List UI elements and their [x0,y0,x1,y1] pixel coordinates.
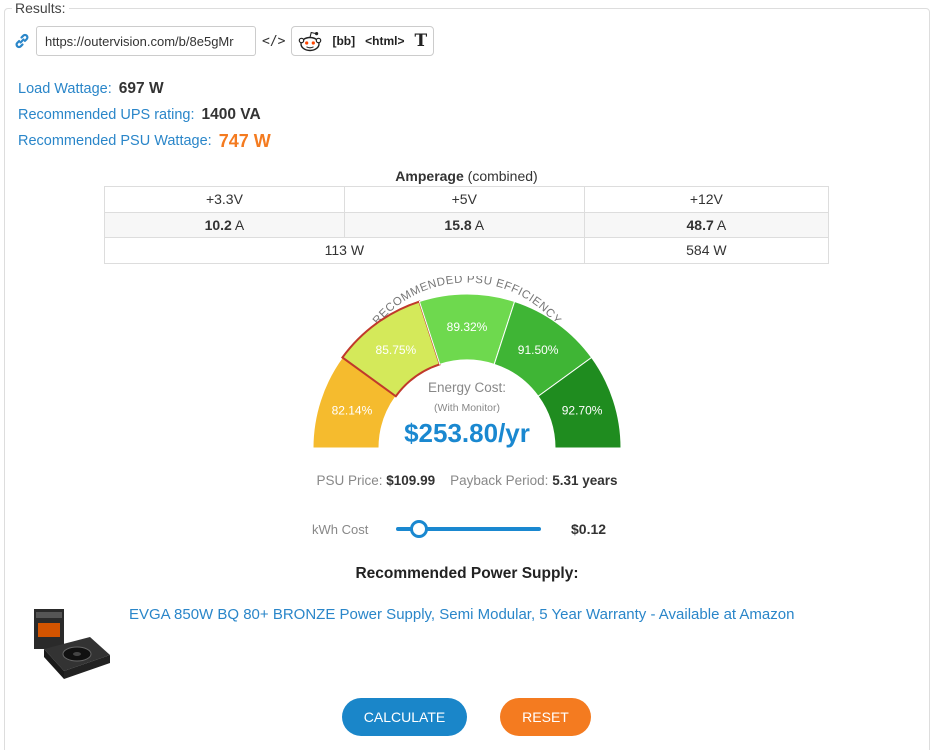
share-row: </> [bb] <html> T [14,26,435,56]
amp-unit-3v3: A [231,216,245,233]
amperage-title: Amperage (combined) [104,168,829,184]
gauge-segment-label: 91.50% [518,343,559,357]
amp-header-12v: +12V [583,186,830,213]
combined-watt-low: 113 W [104,237,585,264]
wattage-summary: Load Wattage: 697 W Recommended UPS rati… [18,76,271,154]
amperage-table: +3.3V +5V +12V 10.2 A 15.8 A 48.7 A 113 … [104,186,830,264]
kwh-cost-value: $0.12 [571,521,607,537]
psu-wattage-value: 747 W [218,130,271,151]
psu-product-link[interactable]: EVGA 850W BQ 80+ BRONZE Power Supply, Se… [129,606,794,623]
kwh-cost-label: kWh Cost [312,521,369,537]
reset-button[interactable]: RESET [500,698,591,736]
amperage-title-bold: Amperage [395,168,464,184]
html-button[interactable]: <html> [365,34,404,48]
results-legend: Results: [12,0,69,16]
slider-thumb[interactable] [410,520,429,538]
amp-value-5v: 15.8 A [343,211,585,238]
payback-value: 5.31 years [552,473,618,488]
embed-code-icon[interactable]: </> [262,34,285,49]
amp-value-12v: 48.7 A [583,211,830,238]
calculate-button[interactable]: CALCULATE [342,698,467,736]
amp-value-3v3: 10.2 A [104,211,345,238]
ups-rating-label: Recommended UPS rating: [18,107,195,123]
combined-watt-12v: 584 W [583,237,830,264]
energy-cost-sub: (With Monitor) [434,402,500,414]
gauge-segment-label: 85.75% [376,343,417,357]
amp-unit-12v: A [713,216,727,233]
amp-header-5v: +5V [343,186,585,213]
link-icon [15,33,29,49]
load-wattage-label: Load Wattage: [18,81,112,97]
load-wattage-value: 697 W [118,80,164,97]
gauge-segment-label: 92.70% [562,404,603,418]
psu-wattage-label: Recommended PSU Wattage: [18,133,212,149]
psu-price-label: PSU Price: [316,473,383,488]
reddit-icon[interactable] [298,30,322,52]
amp-number-12v: 48.7 [686,216,714,233]
share-url-input[interactable] [36,26,256,56]
gauge-segment-label: 89.32% [447,320,488,334]
energy-cost-value: $253.80/yr [404,418,530,448]
recommended-psu-title: Recommended Power Supply: [355,565,579,582]
amp-number-3v3: 10.2 [204,216,232,233]
energy-cost-label: Energy Cost: [427,380,507,395]
psu-product-image[interactable] [30,603,112,683]
kwh-row: kWh Cost $0.12 [312,516,606,542]
payback-label: Payback Period: [450,473,549,488]
text-button[interactable]: T [415,31,428,51]
share-button-group: [bb] <html> T [291,26,435,56]
bbcode-button[interactable]: [bb] [332,34,355,48]
kwh-cost-slider[interactable] [396,516,541,542]
ups-rating-value: 1400 VA [201,106,261,123]
psu-price-value: $109.99 [386,473,436,488]
amp-header-3v3: +3.3V [104,186,345,213]
amperage-title-rest: (combined) [463,168,538,184]
amp-unit-5v: A [471,216,485,233]
amp-number-5v: 15.8 [444,216,472,233]
price-row: PSU Price: $109.99 Payback Period: 5.31 … [0,473,934,488]
